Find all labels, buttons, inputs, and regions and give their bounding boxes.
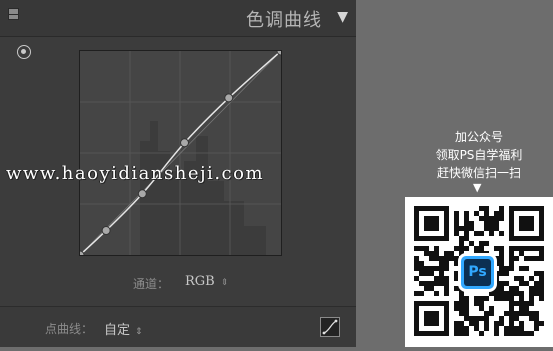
promo-line-2: 领取PS自学福利 bbox=[435, 148, 523, 162]
histogram bbox=[140, 121, 266, 255]
promo-line-1: 加公众号 bbox=[454, 130, 503, 144]
point-curve-select[interactable]: 自定 ⇕ bbox=[104, 319, 143, 338]
curve-control-point[interactable] bbox=[101, 226, 111, 236]
promo-line-3: 赶快微信扫一扫 bbox=[436, 166, 521, 180]
curve-control-point[interactable] bbox=[137, 189, 147, 199]
website-watermark: www.haoyidiansheji.com bbox=[6, 163, 265, 184]
channel-label: 通道： bbox=[133, 277, 170, 291]
down-arrow-icon: ▼ bbox=[473, 181, 482, 194]
panel-header[interactable]: 色调曲线 ▼ bbox=[0, 0, 356, 37]
stepper-arrows-icon: ⇕ bbox=[220, 278, 229, 288]
collapse-triangle-icon[interactable]: ▼ bbox=[337, 9, 348, 25]
channel-row: 通道： RGB ⇕ bbox=[0, 272, 356, 294]
curve-control-point[interactable] bbox=[224, 93, 234, 103]
panel-footer: 点曲线： 自定 ⇕ bbox=[0, 306, 356, 347]
ps-badge-text: Ps bbox=[464, 259, 491, 286]
point-curve-value: 自定 bbox=[104, 323, 131, 338]
panel-square-icon[interactable] bbox=[8, 8, 19, 20]
curve-control-point[interactable] bbox=[180, 138, 190, 148]
channel-value: RGB bbox=[185, 274, 215, 289]
target-adjust-icon[interactable] bbox=[17, 45, 31, 59]
channel-select[interactable]: RGB ⇕ bbox=[185, 274, 228, 289]
panel-title: 色调曲线 bbox=[246, 10, 322, 31]
stepper-arrows-icon: ⇕ bbox=[135, 327, 143, 337]
photoshop-logo-icon: Ps bbox=[461, 256, 494, 289]
curve-graph[interactable] bbox=[79, 50, 282, 256]
point-curve-label: 点曲线： bbox=[45, 322, 94, 336]
promo-text: 加公众号 领取PS自学福利 赶快微信扫一扫 bbox=[404, 128, 553, 182]
edit-point-curve-icon[interactable] bbox=[320, 317, 340, 337]
